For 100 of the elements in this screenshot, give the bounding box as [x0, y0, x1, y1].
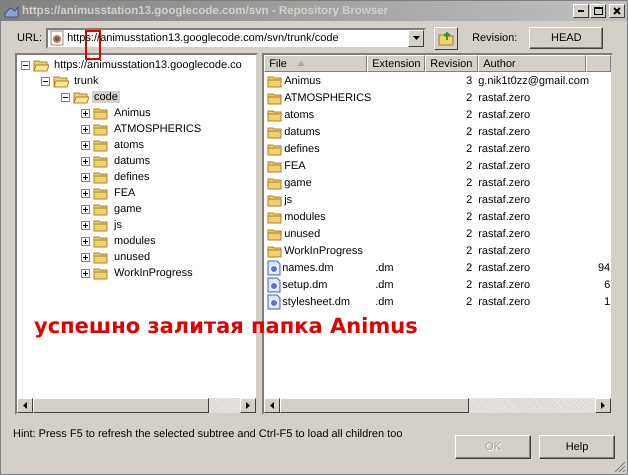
- folder-icon: [93, 122, 109, 136]
- head-button[interactable]: HEAD: [529, 27, 604, 49]
- scroll-right-icon: [601, 402, 605, 409]
- author-name: rastaf.zero: [478, 92, 530, 104]
- folder-icon: [93, 138, 109, 152]
- file-name[interactable]: js: [284, 194, 292, 206]
- tree-item[interactable]: js: [112, 219, 124, 231]
- revision-number: 2: [466, 278, 472, 290]
- revision-number: 2: [466, 142, 472, 154]
- tree-item[interactable]: unused: [112, 251, 152, 263]
- expand-icon[interactable]: [81, 156, 90, 166]
- author-name: rastaf.zero: [478, 278, 530, 290]
- tree-item[interactable]: datums: [112, 155, 152, 167]
- file-name[interactable]: stylesheet.dm: [282, 296, 350, 308]
- file-name[interactable]: names.dm: [282, 262, 334, 274]
- expand-icon[interactable]: [81, 252, 90, 262]
- scroll-right-icon: [246, 402, 250, 409]
- expand-icon[interactable]: [81, 268, 90, 278]
- collapse-icon[interactable]: [61, 92, 70, 102]
- column-header[interactable]: [586, 55, 611, 72]
- revision-number: 2: [466, 228, 472, 240]
- revision-number: 2: [466, 176, 472, 188]
- revision-number: 2: [466, 160, 472, 172]
- tree-item[interactable]: code: [92, 91, 120, 103]
- maximize-icon: [594, 7, 602, 15]
- minimize-button[interactable]: [573, 4, 589, 18]
- revision-label: Revision:: [472, 32, 518, 44]
- url-label: URL:: [17, 32, 42, 44]
- tree-item[interactable]: trunk: [72, 75, 100, 87]
- author-name: rastaf.zero: [478, 160, 530, 172]
- tree-item[interactable]: atoms: [112, 139, 146, 151]
- expand-icon[interactable]: [81, 220, 90, 230]
- author-name: rastaf.zero: [478, 194, 530, 206]
- file-name[interactable]: setup.dm: [282, 278, 328, 290]
- file-name[interactable]: modules: [284, 210, 326, 222]
- tree-item[interactable]: Animus: [112, 107, 153, 119]
- folder-icon: [93, 170, 109, 184]
- maximize-button[interactable]: [590, 4, 606, 18]
- folder-icon: [93, 186, 109, 200]
- column-header[interactable]: Author: [478, 55, 586, 72]
- collapse-icon[interactable]: [21, 60, 30, 70]
- folder-up-button[interactable]: [434, 26, 458, 50]
- author-name: rastaf.zero: [478, 244, 530, 256]
- revision-number: 2: [466, 108, 472, 120]
- file-name[interactable]: datums: [284, 126, 320, 138]
- size-value: 6: [604, 278, 610, 290]
- expand-icon[interactable]: [81, 236, 90, 246]
- folder-icon: [33, 58, 49, 72]
- author-name: rastaf.zero: [478, 108, 530, 120]
- file-name[interactable]: game: [284, 176, 312, 188]
- size-value: 94: [598, 262, 610, 274]
- expand-icon[interactable]: [81, 108, 90, 118]
- file-extension: .dm: [375, 278, 394, 290]
- tree-item[interactable]: modules: [112, 235, 158, 247]
- revision-number: 2: [466, 262, 472, 274]
- file-name[interactable]: Animus: [284, 74, 321, 86]
- revision-number: 2: [466, 126, 472, 138]
- column-header[interactable]: File: [264, 55, 368, 72]
- tree-item[interactable]: https://animusstation13.googlecode.co: [52, 59, 244, 71]
- horizontal-scrollbar[interactable]: [17, 398, 256, 413]
- file-name[interactable]: WorkInProgress: [284, 244, 363, 256]
- expand-icon[interactable]: [81, 140, 90, 150]
- tree-item[interactable]: game: [112, 203, 144, 215]
- author-name: rastaf.zero: [478, 296, 530, 308]
- file-extension: .dm: [375, 262, 394, 274]
- page-icon: [50, 30, 64, 46]
- file-name[interactable]: FEA: [284, 160, 306, 172]
- horizontal-scrollbar[interactable]: [264, 398, 611, 413]
- revision-number: 2: [466, 244, 472, 256]
- annotation-text: успешно залитая папка Animus: [34, 314, 418, 338]
- revision-number: 3: [466, 74, 472, 86]
- expand-icon[interactable]: [81, 204, 90, 214]
- file-name[interactable]: defines: [284, 142, 320, 154]
- tree-item[interactable]: FEA: [112, 187, 138, 199]
- revision-number: 2: [466, 296, 472, 308]
- dialog-button[interactable]: Help: [539, 435, 615, 459]
- tree-item[interactable]: ATMOSPHERICS: [112, 123, 204, 135]
- folder-icon: [93, 202, 109, 216]
- author-name: rastaf.zero: [478, 126, 530, 138]
- app-icon: [3, 4, 19, 18]
- file-extension: .dm: [375, 296, 394, 308]
- expand-icon[interactable]: [81, 124, 90, 134]
- expand-icon[interactable]: [81, 172, 90, 182]
- collapse-icon[interactable]: [41, 76, 50, 86]
- revision-number: 2: [466, 92, 472, 104]
- file-name[interactable]: atoms: [284, 108, 314, 120]
- author-name: g.nik1t0zz@gmail.com: [478, 74, 590, 86]
- column-header[interactable]: Extension: [367, 55, 426, 72]
- tree-item[interactable]: WorkInProgress: [112, 267, 195, 279]
- expand-icon[interactable]: [81, 188, 90, 198]
- scroll-left-icon: [270, 402, 274, 409]
- folder-icon: [93, 234, 109, 248]
- tree-item[interactable]: defines: [112, 171, 152, 183]
- close-button[interactable]: [609, 4, 625, 18]
- file-name[interactable]: unused: [284, 228, 320, 240]
- file-name[interactable]: ATMOSPHERICS: [284, 92, 372, 104]
- author-name: rastaf.zero: [478, 176, 530, 188]
- column-header[interactable]: Revision: [425, 55, 478, 72]
- dropdown-arrow-icon: [412, 36, 420, 40]
- revision-number: 2: [466, 194, 472, 206]
